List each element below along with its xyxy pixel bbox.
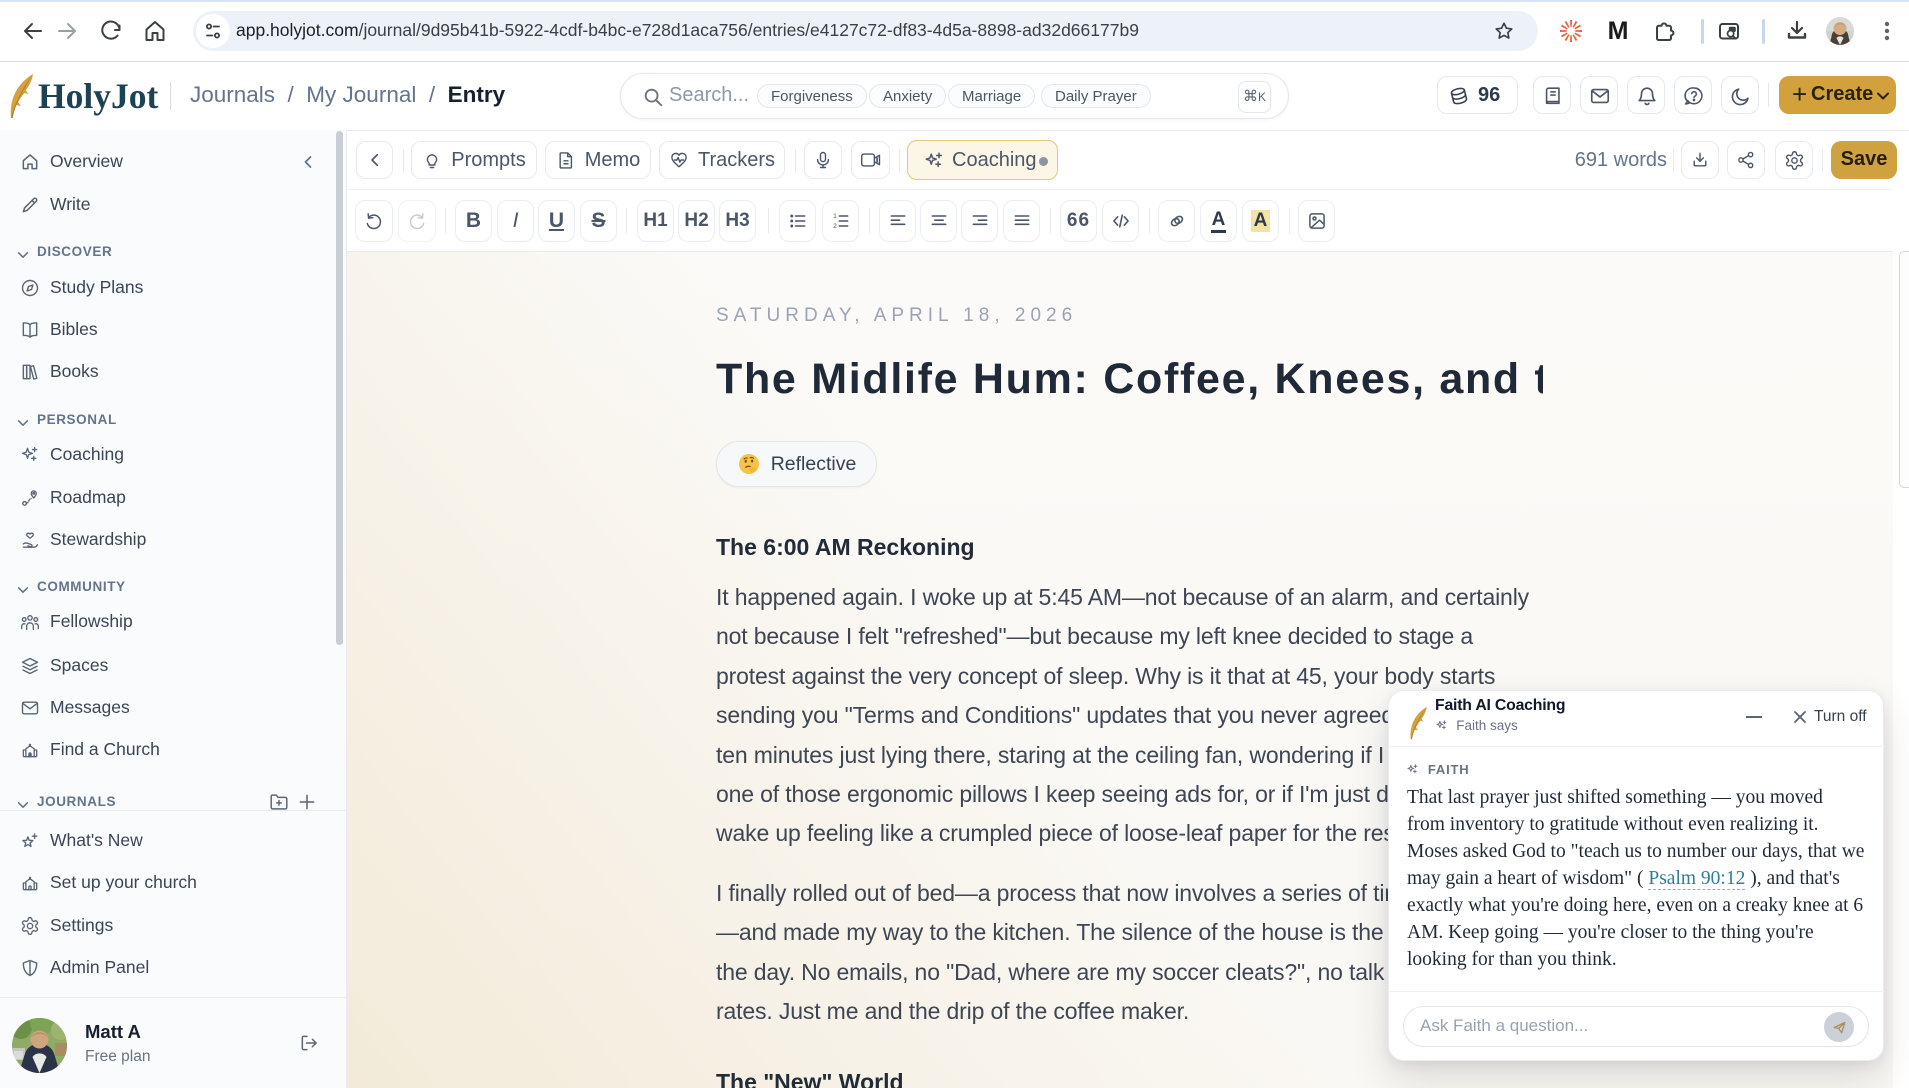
svg-text:1: 1 [833,213,837,220]
svg-text:2: 2 [833,223,837,230]
